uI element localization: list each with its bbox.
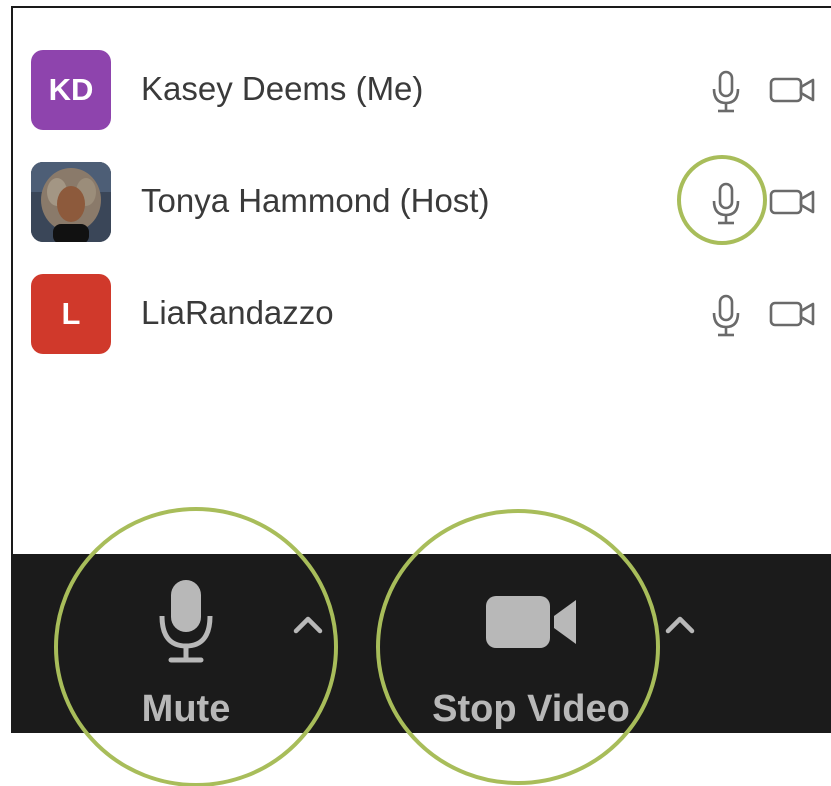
participant-name: Tonya Hammond (Host) xyxy=(141,182,490,219)
video-camera-icon[interactable] xyxy=(769,188,815,216)
avatar: L xyxy=(31,274,111,354)
participant-name: Kasey Deems (Me) xyxy=(141,70,424,107)
microphone-icon xyxy=(159,580,213,663)
avatar-initials: KD xyxy=(48,72,94,107)
chevron-up-icon[interactable] xyxy=(291,612,325,636)
video-camera-icon xyxy=(486,596,576,648)
microphone-icon[interactable] xyxy=(711,294,741,338)
chevron-up-icon[interactable] xyxy=(663,612,697,636)
video-camera-icon[interactable] xyxy=(769,76,815,104)
participant-row[interactable]: Tonya Hammond (Host) xyxy=(13,154,831,254)
participants-panel: KD Kasey Deems (Me) Tonya Hammond (Host)… xyxy=(11,6,831,554)
microphone-icon[interactable] xyxy=(711,70,741,114)
participant-row[interactable]: L LiaRandazzo xyxy=(13,266,831,366)
mute-button[interactable]: Mute xyxy=(106,554,266,733)
mute-label: Mute xyxy=(141,688,231,730)
participant-name: LiaRandazzo xyxy=(141,294,334,331)
avatar-photo xyxy=(31,162,111,242)
avatar-portrait-image xyxy=(31,162,111,242)
stop-video-label: Stop Video xyxy=(432,688,630,730)
avatar: KD xyxy=(31,50,111,130)
stop-video-button[interactable]: Stop Video xyxy=(406,554,656,733)
meeting-toolbar: Mute Stop Video xyxy=(11,554,831,733)
participant-row[interactable]: KD Kasey Deems (Me) xyxy=(13,42,831,142)
video-camera-icon[interactable] xyxy=(769,300,815,328)
avatar-initials: L xyxy=(61,296,81,331)
microphone-icon[interactable] xyxy=(711,182,741,226)
